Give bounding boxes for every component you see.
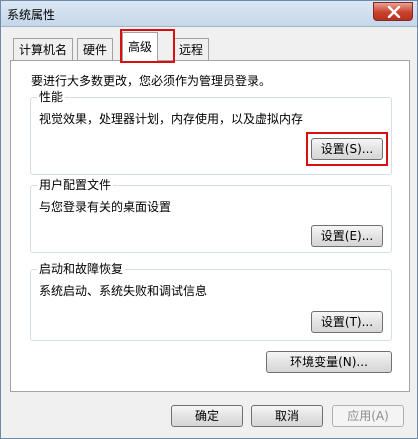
admin-note: 要进行大多数更改，您必须作为管理员登录。 xyxy=(31,74,272,88)
user-profiles-title: 用户配置文件 xyxy=(37,178,114,192)
tab-label: 高级 xyxy=(128,40,153,54)
tab-label: 远程 xyxy=(179,43,204,57)
apply-button[interactable]: 应用(A) xyxy=(332,405,404,427)
startup-recovery-description: 系统启动、系统失败和调试信息 xyxy=(39,284,208,298)
tab-computer-name[interactable]: 计算机名 xyxy=(13,38,74,60)
user-profiles-group: 用户配置文件 与您登录有关的桌面设置 设置(E)... xyxy=(30,178,392,253)
performance-title: 性能 xyxy=(37,90,66,104)
close-button[interactable] xyxy=(373,2,413,21)
tab-hardware[interactable]: 硬件 xyxy=(77,38,114,60)
user-profiles-description: 与您登录有关的桌面设置 xyxy=(39,200,172,214)
performance-group: 性能 视觉效果，处理器计划，内存使用，以及虚拟内存 设置(S)... xyxy=(30,90,392,175)
performance-description: 视觉效果，处理器计划，内存使用，以及虚拟内存 xyxy=(39,112,304,126)
tab-label: 计算机名 xyxy=(19,43,68,57)
user-profiles-settings-button[interactable]: 设置(E)... xyxy=(311,225,383,247)
advanced-tab-panel: 要进行大多数更改，您必须作为管理员登录。 性能 视觉效果，处理器计划，内存使用，… xyxy=(10,60,410,392)
tab-advanced[interactable]: 高级 xyxy=(122,32,159,61)
startup-recovery-settings-button[interactable]: 设置(T)... xyxy=(311,311,383,333)
tab-label: 硬件 xyxy=(83,43,108,57)
title-bar[interactable]: 系统属性 xyxy=(1,1,417,27)
performance-settings-button[interactable]: 设置(S)... xyxy=(311,138,383,160)
system-properties-window: 系统属性 计算机名 硬件 高级 远程 要进行大多数更改，您必须作为管理员登录。 … xyxy=(0,0,418,439)
tab-remote[interactable]: 远程 xyxy=(173,38,210,60)
startup-recovery-group: 启动和故障恢复 系统启动、系统失败和调试信息 设置(T)... xyxy=(30,262,392,341)
ok-button[interactable]: 确定 xyxy=(171,405,243,427)
startup-recovery-title: 启动和故障恢复 xyxy=(37,262,126,276)
window-title: 系统属性 xyxy=(7,8,56,22)
close-icon xyxy=(387,6,401,18)
environment-variables-button[interactable]: 环境变量(N)... xyxy=(266,351,392,373)
cancel-button[interactable]: 取消 xyxy=(251,405,323,427)
